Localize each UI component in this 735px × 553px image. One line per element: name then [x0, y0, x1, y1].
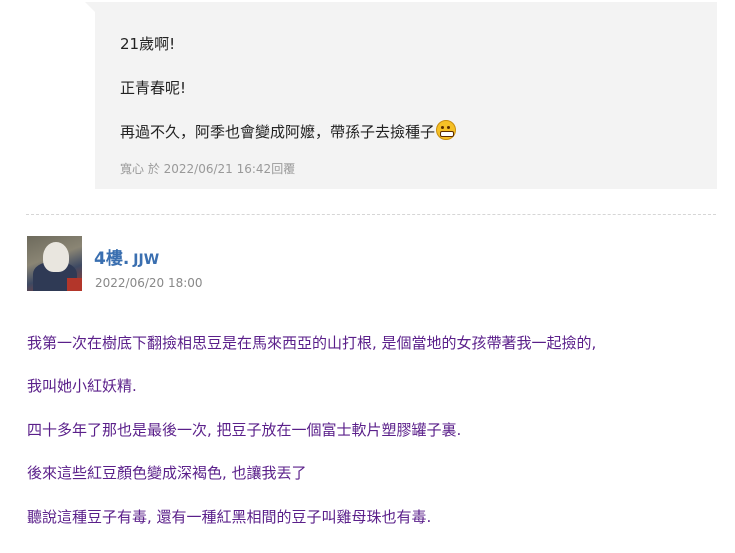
post-paragraph: 我第一次在樹底下翻撿相思豆是在馬來西亞的山打根, 是個當地的女孩帶著我一起撿的, [27, 334, 597, 352]
quote-meta: 寬心 於 2022/06/21 16:42回覆 [120, 162, 296, 176]
avatar[interactable] [27, 236, 82, 291]
quote-line-text: 再過不久，阿季也會變成阿嬤，帶孫子去撿種子 [120, 123, 436, 141]
quote-line-with-emoji: 再過不久，阿季也會變成阿嬤，帶孫子去撿種子 [120, 120, 457, 142]
post-date: 2022/06/20 18:00 [95, 276, 203, 290]
quote-pointer [85, 2, 95, 12]
quote-line: 21歲啊! [120, 35, 176, 53]
quoted-reply: 21歲啊! 正青春呢! 再過不久，阿季也會變成阿嬤，帶孫子去撿種子 寬心 於 2… [95, 2, 717, 189]
post-paragraph: 我叫她小紅妖精. [27, 377, 137, 395]
grinning-emoji-icon [436, 120, 457, 140]
floor-number: 4樓. [94, 249, 130, 269]
post-paragraph: 聽說這種豆子有毒, 還有一種紅黑相間的豆子叫雞母珠也有毒. [27, 508, 432, 526]
post-divider [26, 214, 716, 215]
quote-line: 正青春呢! [120, 79, 187, 97]
post-paragraph: 四十多年了那也是最後一次, 把豆子放在一個富士軟片塑膠罐子裏. [27, 421, 462, 439]
post-paragraph: 後來這些紅豆顏色變成深褐色, 也讓我丟了 [27, 464, 307, 482]
post-header: 4樓. JJW [94, 244, 159, 269]
author-link[interactable]: JJW [133, 252, 159, 268]
